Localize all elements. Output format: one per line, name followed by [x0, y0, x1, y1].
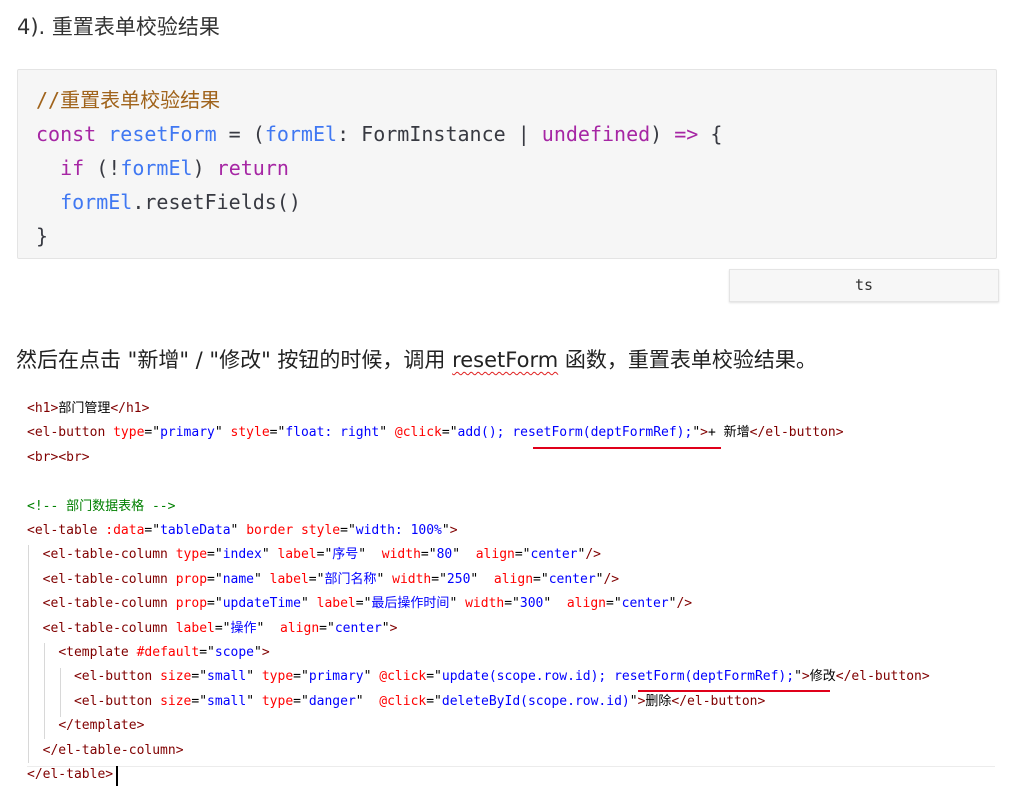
code-line-4: formEl.resetFields()	[60, 190, 301, 214]
text-caret	[116, 766, 118, 786]
code-screenshot: <h1>部门管理</h1> <el-button type="primary" …	[0, 395, 1031, 795]
code-line-1: //重置表单校验结果	[36, 88, 221, 112]
body-paragraph: 然后在点击 "新增" / "修改" 按钮的时候，调用 resetForm 函数，…	[16, 343, 817, 377]
indent-guide	[44, 643, 45, 739]
page: 4). 重置表单校验结果 //重置表单校验结果 const resetForm …	[0, 0, 1031, 797]
paragraph-text-after: 函数，重置表单校验结果。	[558, 348, 817, 372]
divider	[27, 766, 995, 767]
indent-guide	[28, 545, 29, 763]
section-heading: 4). 重置表单校验结果	[17, 15, 220, 39]
screenshot-code-content: <h1>部门管理</h1> <el-button type="primary" …	[27, 401, 930, 783]
code-block: //重置表单校验结果 const resetForm = (formEl: Fo…	[17, 69, 997, 259]
highlight-underline	[533, 447, 721, 449]
code-line-5: }	[36, 224, 49, 248]
code-line-2: const resetForm = (formEl: FormInstance …	[36, 122, 723, 146]
highlight-underline	[638, 690, 830, 692]
code-content: //重置表单校验结果 const resetForm = (formEl: Fo…	[18, 70, 996, 253]
paragraph-text-before: 然后在点击 "新增" / "修改" 按钮的时候，调用	[16, 348, 453, 372]
indent-guide	[60, 668, 61, 717]
code-line-3: if (!formEl) return	[60, 156, 289, 180]
paragraph-highlight: resetForm	[452, 348, 559, 372]
code-language-tab[interactable]: ts	[729, 269, 999, 302]
